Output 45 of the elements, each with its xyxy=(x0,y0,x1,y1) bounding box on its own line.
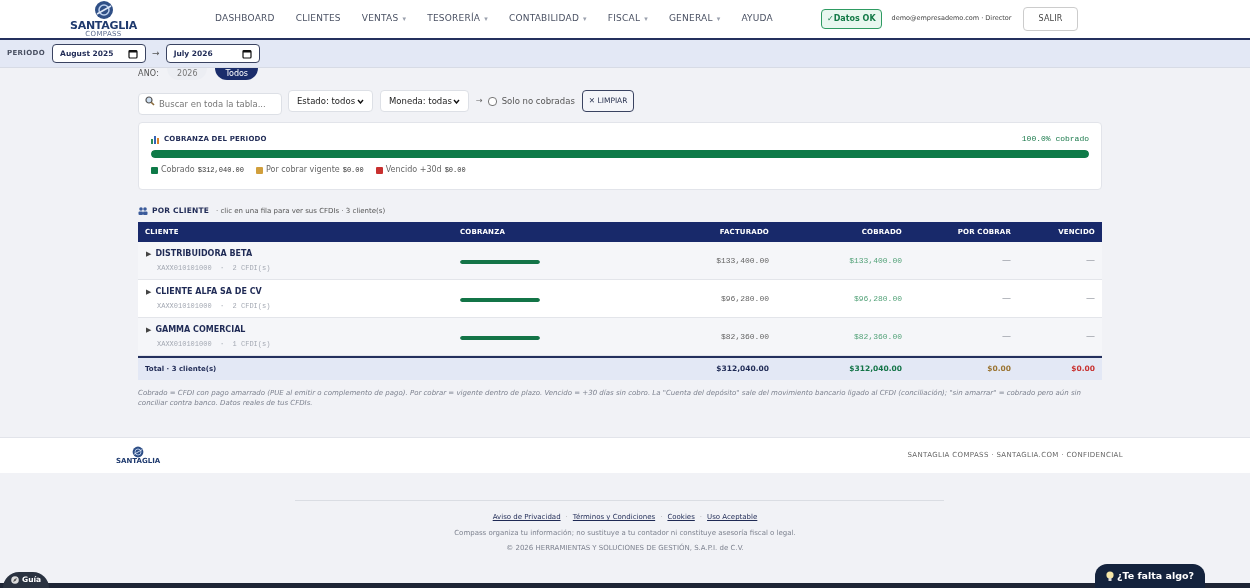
bar-chart-icon xyxy=(151,134,160,144)
table-cell-text: — xyxy=(1001,329,1012,343)
calendar-icon xyxy=(128,48,139,59)
table-cell-text: — xyxy=(1085,253,1096,267)
estado-select[interactable]: Estado: todos xyxy=(288,90,373,112)
feedback-button[interactable]: ¿Te falta algo? xyxy=(1094,564,1205,588)
nav-link[interactable]: CLIENTES xyxy=(295,12,341,26)
table-cell-text: $82,360.00 xyxy=(853,330,903,343)
nav-link[interactable]: DASHBOARD xyxy=(215,12,275,26)
checkbox[interactable] xyxy=(487,96,497,106)
chevron-icon xyxy=(357,98,364,104)
legend-label: Cobrado xyxy=(161,164,195,176)
search-field[interactable]: Buscar en toda la tabla... xyxy=(138,93,282,115)
logo-text: SANTAGLIA xyxy=(70,20,137,31)
people-icon xyxy=(138,207,148,215)
globe-icon xyxy=(132,446,145,458)
table-cell-text: — xyxy=(1001,253,1012,267)
percent-text: 100.0% cobrado xyxy=(1021,133,1089,145)
search-icon xyxy=(145,96,155,106)
moneda-select[interactable]: Moneda: todas xyxy=(380,90,469,112)
table-cell-text: $96,280.00 xyxy=(720,292,770,305)
compass-icon xyxy=(11,576,19,584)
client-name: DISTRIBUIDORA BETA xyxy=(155,247,253,260)
year-label: ANO: xyxy=(138,67,160,80)
client-name: GAMMA COMERCIAL xyxy=(155,323,246,336)
table-cell-text: $96,280.00 xyxy=(853,292,903,305)
logout-button[interactable]: SALIR xyxy=(1023,7,1078,31)
table-cell-text: $133,400.00 xyxy=(848,254,903,267)
table-cell-text: — xyxy=(1001,291,1012,305)
client-name: CLIENTE ALFA SA DE CV xyxy=(155,285,262,298)
chevron-icon xyxy=(453,98,460,104)
table-cell-text: $133,400.00 xyxy=(715,254,770,267)
table-cell-text: — xyxy=(1085,329,1096,343)
arrow-text: → xyxy=(152,46,160,60)
table-cell-text: $82,360.00 xyxy=(720,330,770,343)
table-cell-text: — xyxy=(1085,291,1096,305)
checkbox-label: Solo no cobradas xyxy=(501,94,575,108)
lightbulb-icon xyxy=(1105,570,1114,582)
calendar-icon xyxy=(241,48,252,59)
arrow-text: → xyxy=(476,95,483,107)
nav-link[interactable]: AYUDA xyxy=(741,12,773,26)
legend-label: Por cobrar vigente xyxy=(265,164,340,176)
legend-label: Vencido +30d xyxy=(385,164,442,176)
status-badge: ✓Datos OK xyxy=(821,9,882,29)
globe-icon xyxy=(93,0,114,20)
